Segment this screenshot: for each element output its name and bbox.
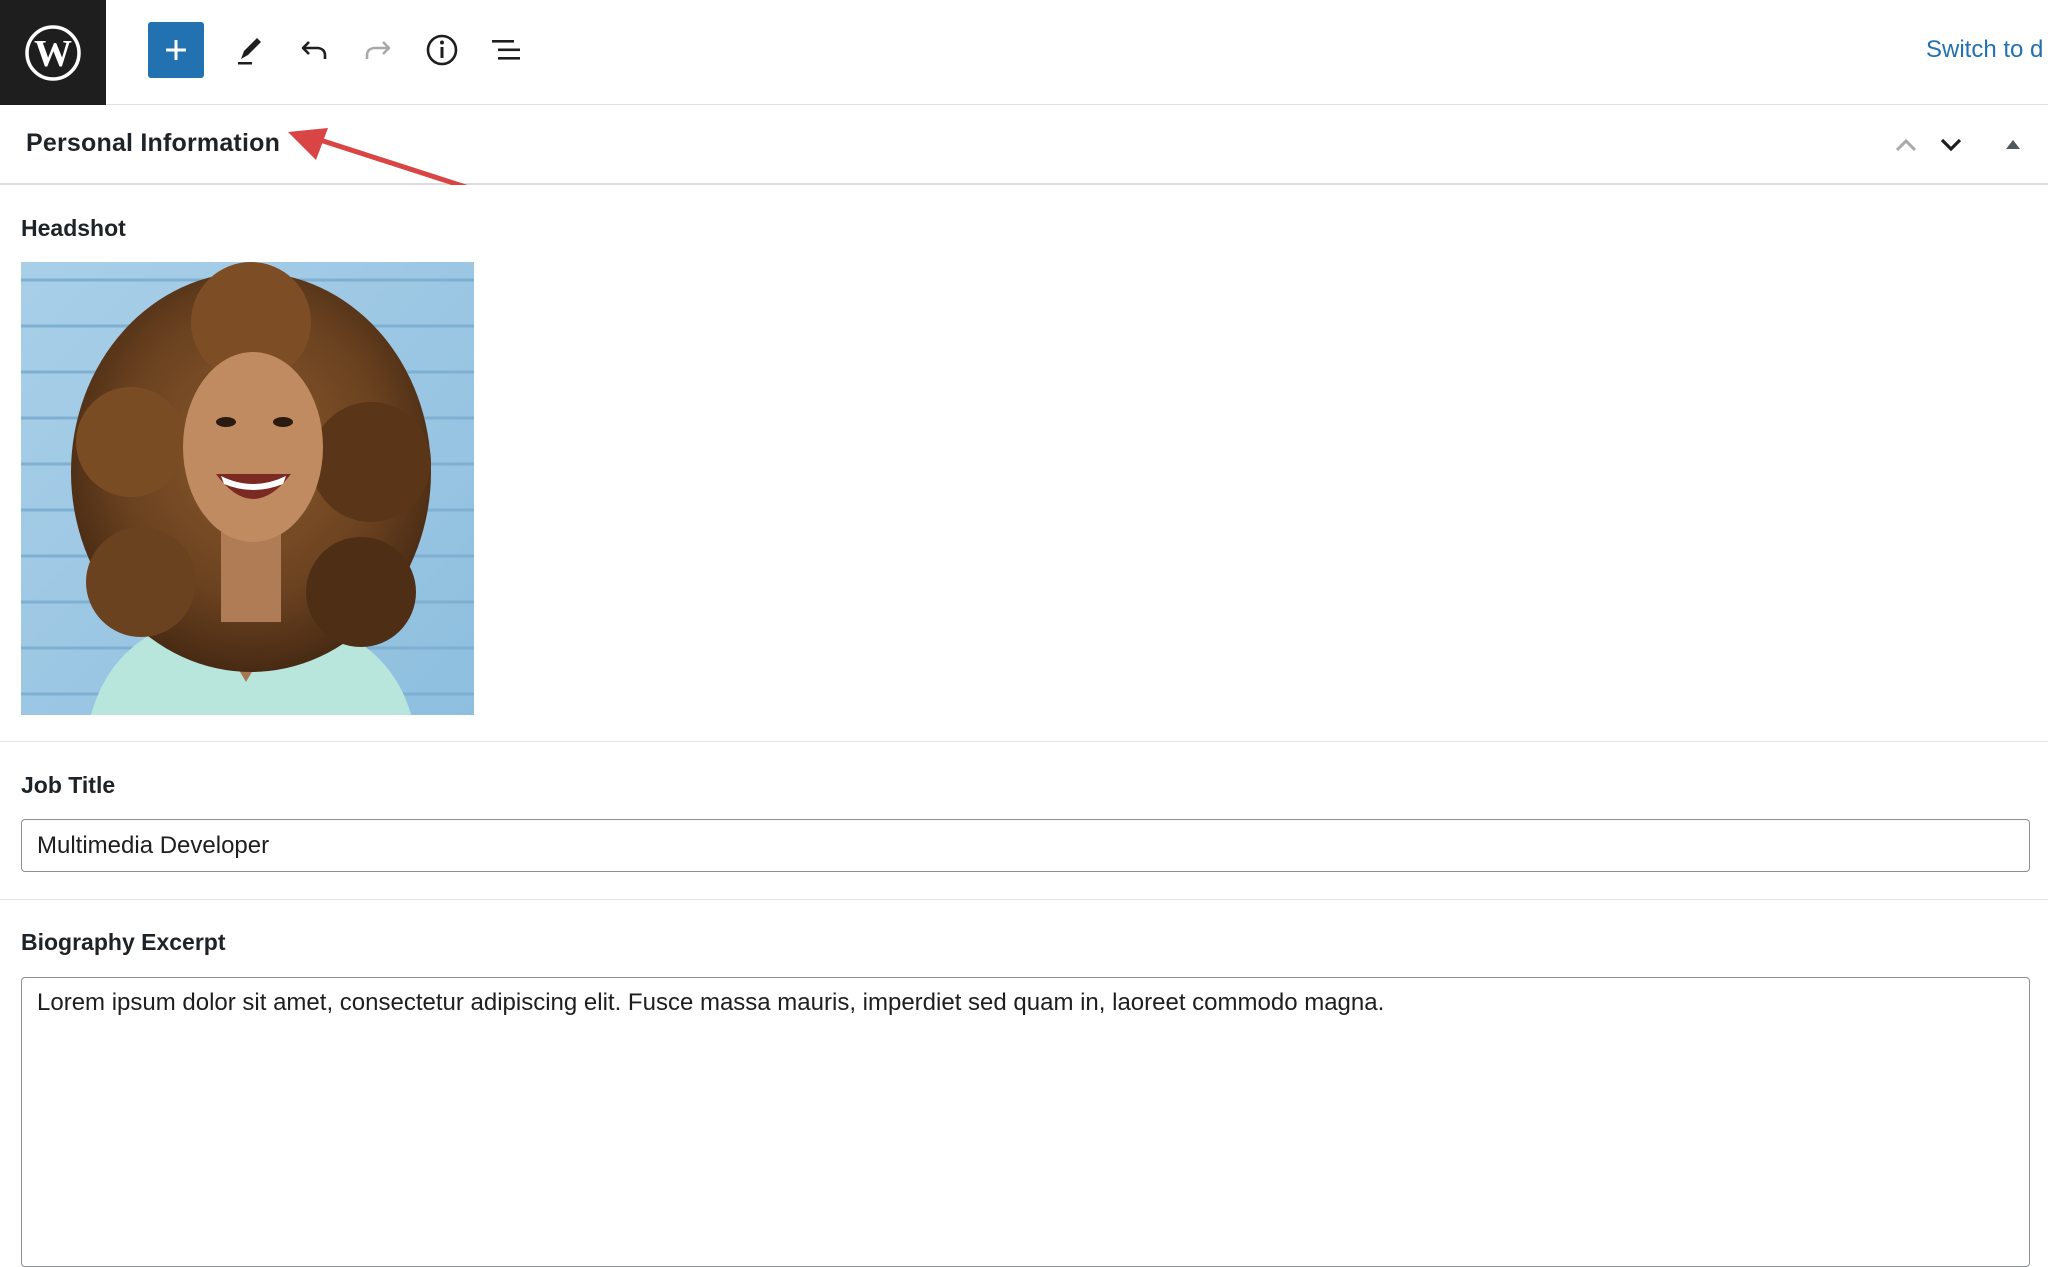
undo-icon [301, 41, 327, 59]
undo-button[interactable] [286, 22, 342, 78]
headshot-label: Headshot [21, 215, 126, 241]
caret-up-icon [2006, 140, 2020, 149]
wordpress-logo-icon[interactable]: W [0, 0, 106, 105]
section-divider [0, 899, 2048, 900]
move-down-button[interactable] [1931, 125, 1971, 165]
plus-icon [166, 40, 186, 60]
details-button[interactable] [414, 22, 470, 78]
panel-content: Headshot Job Title Multimedia Developer … [0, 185, 2048, 1267]
toggle-panel-button[interactable] [1993, 125, 2033, 165]
section-divider [0, 741, 2048, 742]
chevron-up-icon [1895, 138, 1917, 152]
switch-to-draft-link[interactable]: Switch to d [1926, 36, 2043, 64]
chevron-down-icon [1940, 138, 1962, 152]
move-up-button[interactable] [1886, 125, 1926, 165]
list-view-icon [492, 40, 520, 60]
headshot-image[interactable] [21, 262, 474, 715]
panel-title: Personal Information [26, 129, 281, 157]
info-icon [426, 34, 458, 66]
add-block-button[interactable] [148, 22, 204, 78]
job-title-input[interactable] [21, 819, 2030, 872]
editor-toolbar: W Switch to d [0, 0, 2048, 105]
list-view-button[interactable] [478, 22, 534, 78]
job-title-label: Job Title [21, 772, 116, 798]
svg-text:W: W [34, 33, 72, 75]
tools-button[interactable] [222, 22, 278, 78]
panel-header[interactable]: Personal Information [0, 105, 2048, 185]
redo-button[interactable] [350, 22, 406, 78]
pencil-icon [238, 38, 261, 65]
redo-icon [365, 41, 391, 59]
biography-excerpt-textarea[interactable]: Lorem ipsum dolor sit amet, consectetur … [21, 977, 2030, 1267]
biography-excerpt-label: Biography Excerpt [21, 929, 226, 955]
